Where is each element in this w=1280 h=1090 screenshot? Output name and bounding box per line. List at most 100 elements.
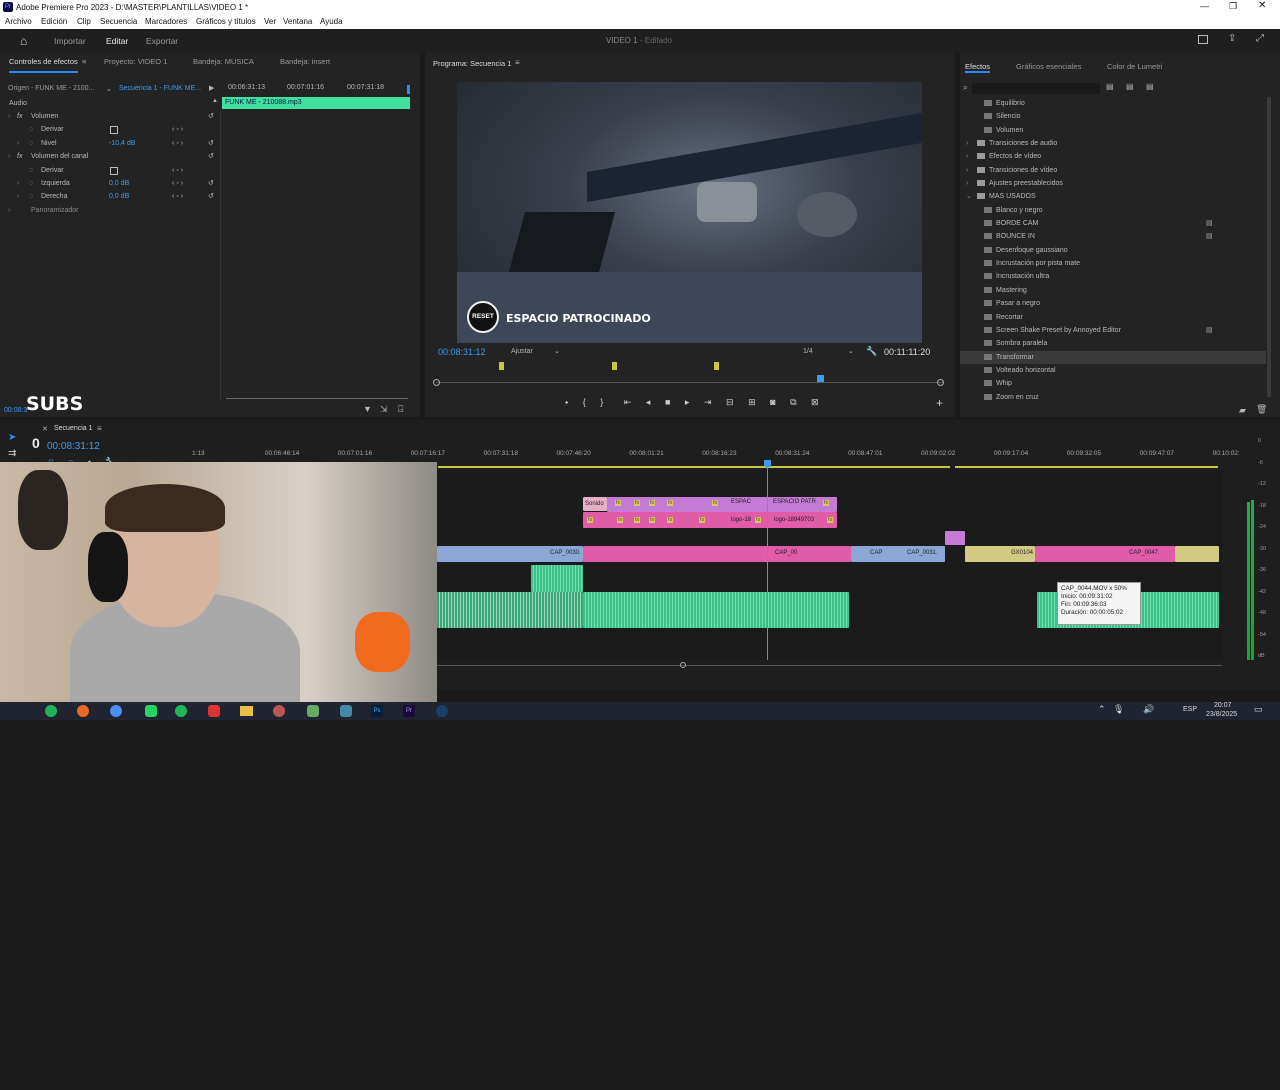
marker-icon[interactable]: [714, 362, 719, 370]
effects-list-item[interactable]: BORDE CAM ▤: [960, 217, 1266, 230]
keyframe-nav-icon[interactable]: ‹ ◦ ›: [172, 164, 183, 177]
keyframe-nav-icon[interactable]: ‹ ◦ ›: [172, 190, 183, 203]
property-row[interactable]: › ◌ Derecha 0,0 dB ‹ ◦ › ↺: [0, 190, 220, 203]
derecha-value[interactable]: 0,0 dB: [109, 190, 129, 203]
stopwatch-icon[interactable]: ◌: [29, 164, 33, 177]
menu-graficos[interactable]: Gráficos y títulos: [196, 17, 256, 26]
menu-marcadores[interactable]: Marcadores: [145, 17, 187, 26]
ec-clip-bar[interactable]: FUNK ME - 210088.mp3: [222, 97, 410, 109]
menu-ayuda[interactable]: Ayuda: [320, 17, 343, 26]
fx-badge[interactable]: fx: [699, 517, 706, 523]
timeline-scrollbar[interactable]: [437, 665, 1222, 666]
fx-badge[interactable]: fx: [617, 517, 624, 523]
premiere-taskbar-icon[interactable]: Pr: [403, 705, 415, 717]
filter-icon[interactable]: ▼: [363, 404, 372, 414]
effects-list-item[interactable]: Blanco y negro: [960, 204, 1266, 217]
quality-chevron-icon[interactable]: ⌄: [848, 347, 854, 355]
taskbar-app-icon[interactable]: [145, 705, 157, 717]
marker-icon[interactable]: [612, 362, 617, 370]
export-icon[interactable]: ⇲: [380, 404, 388, 415]
compare-icon[interactable]: ⧉: [790, 397, 796, 407]
tab-bandeja-insert[interactable]: Bandeja: insert: [280, 53, 330, 71]
program-playhead[interactable]: [817, 375, 824, 382]
effects-list-item[interactable]: Incrustación por pista mate: [960, 257, 1266, 270]
fx-badge[interactable]: fx: [827, 517, 834, 523]
stopwatch-icon[interactable]: ◌: [29, 123, 33, 136]
mic-icon[interactable]: 🎙: [1113, 704, 1124, 715]
effects-list-item[interactable]: › Ajustes preestablecidos: [960, 177, 1266, 190]
minimize-button[interactable]: —: [1200, 1, 1209, 11]
playhead-handle[interactable]: [764, 460, 771, 467]
timeline-playhead[interactable]: [767, 460, 768, 660]
property-row[interactable]: › fx Volumen del canal ↺: [0, 150, 220, 163]
effects-list-item[interactable]: Screen Shake Preset by Annoyed Editor ▤: [960, 324, 1266, 337]
wrench-icon[interactable]: 🔧: [866, 346, 877, 357]
language-indicator[interactable]: ESP: [1183, 706, 1197, 713]
speaker-icon[interactable]: 🔊: [1143, 704, 1154, 715]
tab-exportar[interactable]: Exportar: [146, 36, 178, 46]
taskbar-app-icon[interactable]: [208, 705, 220, 717]
save-icon[interactable]: ⍈: [398, 404, 403, 415]
go-to-out-icon[interactable]: ⇥: [704, 397, 712, 407]
lift-icon[interactable]: ⊟: [726, 397, 734, 407]
taskbar-app-icon[interactable]: [307, 705, 319, 717]
fx-badge[interactable]: fx: [755, 517, 762, 523]
program-timecode[interactable]: 00:08:31:12: [438, 347, 486, 357]
reset-icon[interactable]: ↺: [208, 177, 214, 190]
step-back-icon[interactable]: ◂: [646, 397, 651, 407]
tab-project[interactable]: Proyecto: VIDEO 1: [104, 53, 167, 71]
fx-badge[interactable]: fx: [649, 500, 656, 506]
selection-tool-icon[interactable]: ➤: [8, 432, 26, 448]
fx-badge[interactable]: fx: [667, 500, 674, 506]
keyframe-nav-icon[interactable]: ‹ ◦ ›: [172, 137, 183, 150]
tab-importar[interactable]: Importar: [54, 36, 86, 46]
close-sequence-icon[interactable]: ✕: [42, 425, 48, 433]
fx-badge[interactable]: fx: [823, 500, 830, 506]
effects-list-item[interactable]: Zoom en cruz: [960, 391, 1266, 404]
effects-list-item[interactable]: Equilibrio: [960, 97, 1266, 110]
stopwatch-icon[interactable]: ◌: [29, 190, 33, 203]
keyframe-nav-icon[interactable]: ‹ ◦ ›: [172, 123, 183, 136]
work-area-bar[interactable]: [955, 466, 1218, 468]
play-arrow-icon[interactable]: ▶: [209, 84, 214, 92]
audio-clip[interactable]: [437, 592, 583, 628]
fx-badge[interactable]: fx: [587, 517, 594, 523]
chevron-right-icon[interactable]: ›: [966, 164, 968, 177]
tab-efectos[interactable]: Efectos: [965, 62, 991, 73]
scroll-handle[interactable]: [680, 662, 686, 668]
menu-clip[interactable]: Clip: [77, 17, 91, 26]
effects-list-item[interactable]: ⌄ MAS USADOS: [960, 190, 1266, 203]
tab-secuencia[interactable]: Secuencia 1: [54, 425, 93, 432]
effects-list-item[interactable]: Incrustación ultra: [960, 270, 1266, 283]
bypass-checkbox[interactable]: [110, 126, 118, 135]
source-label[interactable]: Origen - FUNK ME - 2100...: [8, 85, 94, 92]
sequence-label[interactable]: Secuencia 1 - FUNK ME...: [119, 85, 201, 92]
chevron-right-icon[interactable]: ›: [966, 177, 968, 190]
tab-effect-controls[interactable]: Controles de efectos: [9, 53, 78, 73]
effects-list-item[interactable]: Mastering: [960, 284, 1266, 297]
marker-icon[interactable]: [499, 362, 504, 370]
fit-dropdown[interactable]: Ajustar: [511, 348, 533, 355]
fit-chevron-icon[interactable]: ⌄: [554, 347, 560, 355]
workspaces-icon[interactable]: [1198, 35, 1208, 44]
tab-bandeja-musica[interactable]: Bandeja: MUSICA: [193, 53, 254, 71]
effects-list-item[interactable]: Volumen: [960, 124, 1266, 137]
tab-color-lumetri[interactable]: Color de Lumetri: [1107, 62, 1162, 71]
add-marker-icon[interactable]: ⬩: [565, 397, 568, 407]
taskbar-app-icon[interactable]: [273, 705, 285, 717]
property-row[interactable]: › ◌ Izquierda 0,0 dB ‹ ◦ › ↺: [0, 177, 220, 190]
accelerated-filter-icon[interactable]: ▤: [1106, 82, 1114, 91]
panel-menu-icon[interactable]: ≡: [82, 53, 86, 71]
timeline-clip[interactable]: [583, 546, 851, 562]
effects-list-item[interactable]: › Transiciones de audio: [960, 137, 1266, 150]
effects-list-item[interactable]: Whip: [960, 377, 1266, 390]
fx-badge[interactable]: fx: [712, 500, 719, 506]
effects-list-item[interactable]: Sombra paralela: [960, 337, 1266, 350]
camera-icon[interactable]: ◙: [770, 397, 775, 407]
fx-badge[interactable]: fx: [649, 517, 656, 523]
close-button[interactable]: ✕: [1258, 0, 1266, 11]
go-to-in-icon[interactable]: ⇤: [624, 397, 632, 407]
izquierda-value[interactable]: 0,0 dB: [109, 177, 129, 190]
add-button-icon[interactable]: +: [936, 396, 943, 410]
safe-margins-icon[interactable]: ⊠: [811, 397, 819, 407]
